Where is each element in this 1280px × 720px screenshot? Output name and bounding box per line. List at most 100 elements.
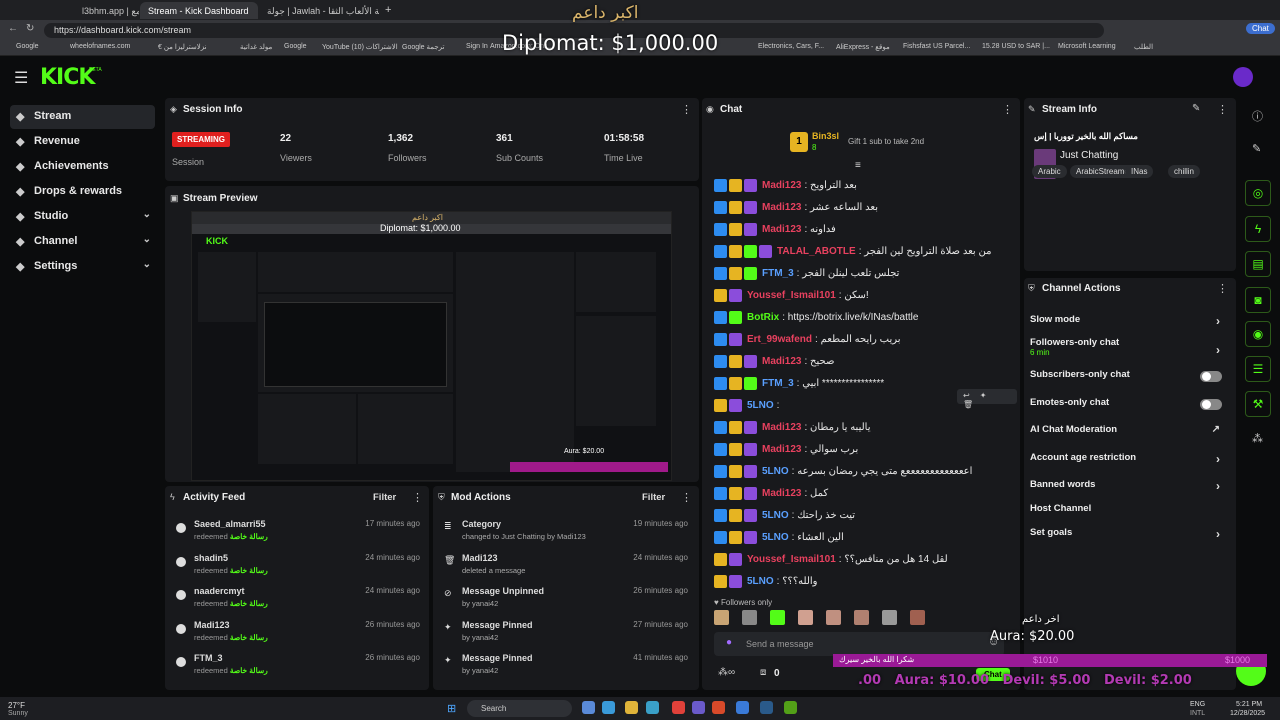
category-name[interactable]: Just Chatting: [1060, 150, 1118, 161]
new-tab-icon[interactable]: +: [385, 4, 391, 16]
activity-filter-button[interactable]: Filter: [373, 492, 396, 503]
channel-action-ai-chat-moderation[interactable]: AI Chat Moderation ↗: [1030, 424, 1230, 444]
chat-bubble-icon[interactable]: ◙: [1245, 287, 1271, 313]
mod-filter-button[interactable]: Filter: [642, 492, 665, 503]
channel-action-emotes-only-chat[interactable]: Emotes-only chat: [1030, 397, 1230, 417]
broadcast-icon[interactable]: ◉: [1245, 321, 1271, 347]
chat-username[interactable]: Madi123: [762, 180, 801, 191]
chat-username[interactable]: 5LNO: [762, 510, 789, 521]
points-icon[interactable]: ⁂∞: [718, 667, 735, 678]
browser-tab[interactable]: جولة | Jawlah - منصة الألعاب الثقا...: [259, 2, 379, 19]
chrome-icon[interactable]: [736, 701, 749, 714]
clock-time[interactable]: 5:21 PM: [1236, 701, 1262, 708]
bookmark-item[interactable]: wheelofnames.com: [70, 43, 130, 50]
chat-username[interactable]: FTM_3: [762, 268, 794, 279]
bookmark-item[interactable]: Sign In: [466, 43, 488, 50]
bookmark-item[interactable]: 15.28 USD to SAR |...: [982, 43, 1050, 50]
chat-input[interactable]: ● Send a message ☺: [714, 632, 1004, 656]
toggle-switch[interactable]: [1200, 371, 1222, 382]
taskbar-search[interactable]: Search: [467, 700, 572, 717]
chat-message[interactable]: Madi123: ياليبه يا رمطان: [714, 421, 1014, 439]
emote-row[interactable]: [714, 610, 1004, 630]
bookmark-item[interactable]: Google ترجمة: [402, 43, 444, 51]
chat-message[interactable]: 5LNO: اعععععععععععععع متى يجي رمضان بسرع…: [714, 465, 1014, 483]
bolt-icon[interactable]: ϟ: [1245, 216, 1271, 242]
chat-username[interactable]: 5LNO: [762, 466, 789, 477]
activity-row[interactable]: shadin5 redeemed رسالة خاصة 24 minutes ago: [174, 553, 424, 585]
lang-indicator[interactable]: ENG: [1190, 701, 1205, 708]
channel-action-subscribers-only-chat[interactable]: Subscribers-only chat: [1030, 369, 1230, 389]
chat-message[interactable]: 5LNO: تيت خذ راحتك: [714, 509, 1014, 527]
sidebar-item-revenue[interactable]: ◆ Revenue: [10, 130, 155, 154]
folder-icon[interactable]: [625, 701, 638, 714]
bookmark-item[interactable]: Electronics, Cars, F...: [758, 43, 824, 50]
kebab-icon[interactable]: ⋮: [1217, 282, 1228, 295]
brave-icon[interactable]: [672, 701, 685, 714]
bookmark-item[interactable]: Google: [16, 43, 39, 50]
chat-username[interactable]: Madi123: [762, 202, 801, 213]
chat-message[interactable]: 5LNO: الين العشاء: [714, 531, 1014, 549]
channel-action-account-age-restriction[interactable]: Account age restriction ›: [1030, 452, 1230, 472]
gift-icon[interactable]: ⧈: [760, 667, 766, 678]
sidebar-item-studio[interactable]: ◆ Studio ⌄: [10, 205, 155, 229]
bookmark-item[interactable]: YouTube (10) الاشتراكات: [322, 43, 398, 51]
chat-username[interactable]: Madi123: [762, 356, 801, 367]
discord-icon[interactable]: [692, 701, 705, 714]
obs-icon[interactable]: [712, 701, 725, 714]
back-icon[interactable]: ←: [8, 23, 18, 34]
chat-username[interactable]: Ert_99wafend: [747, 334, 812, 345]
chat-message[interactable]: Youssef_Ismail101: سكن!: [714, 289, 1014, 307]
mod-action-row[interactable]: ✦ Message Pinned by yanai42 27 minutes ago: [442, 620, 692, 652]
chat-username[interactable]: TALAL_ABOTLE: [777, 246, 856, 257]
kebab-icon[interactable]: ⋮: [1217, 103, 1228, 116]
bookmark-item[interactable]: AliExpress - موقع: [836, 43, 890, 51]
collapse-icon[interactable]: ≡: [855, 160, 861, 171]
document-icon[interactable]: ▤: [1245, 251, 1271, 277]
activity-row[interactable]: Madi123 redeemed رسالة خاصة 26 minutes ago: [174, 620, 424, 652]
menu-icon[interactable]: ☰: [14, 68, 28, 88]
bookmark-item[interactable]: € نزلاسترليزا من: [158, 43, 207, 51]
pencil-icon[interactable]: ✎: [1252, 142, 1261, 155]
weather-temp[interactable]: 27°F: [8, 701, 25, 710]
app-icon[interactable]: [784, 701, 797, 714]
chat-message[interactable]: 5LNO:: [714, 399, 1014, 417]
chat-username[interactable]: FTM_3: [762, 378, 794, 389]
bookmark-item[interactable]: الطلب: [1134, 43, 1153, 51]
chat-username[interactable]: BotRix: [747, 312, 779, 323]
channel-action-set-goals[interactable]: Set goals ›: [1030, 527, 1230, 547]
edge-icon[interactable]: [646, 701, 659, 714]
stream-tag[interactable]: chillin: [1168, 165, 1201, 178]
chat-message[interactable]: Youssef_Ismail101: لقل 14 هل من منافس؟؟: [714, 553, 1014, 571]
toggle-switch[interactable]: [1200, 399, 1222, 410]
chat-message[interactable]: FTM_3: ابيي ****************: [714, 377, 1014, 395]
activity-row[interactable]: naadercmyt redeemed رسالة خاصة 24 minutes …: [174, 586, 424, 618]
gifter-name[interactable]: Bin3sl: [812, 131, 839, 141]
channel-action-banned-words[interactable]: Banned words ›: [1030, 479, 1230, 499]
chat-message[interactable]: TALAL_ABOTLE: من بعد صلاة التراويح لين ا…: [714, 245, 1014, 263]
sidebar-item-settings[interactable]: ◆ Settings ⌄: [10, 255, 155, 279]
sidebar-item-drops-rewards[interactable]: ◆ Drops & rewards: [10, 180, 155, 204]
chat-username[interactable]: 5LNO: [747, 400, 774, 411]
bookmark-item[interactable]: Fishsfast US Parcel...: [903, 43, 970, 50]
sidebar-item-achievements[interactable]: ◆ Achievements: [10, 155, 155, 179]
chat-username[interactable]: Youssef_Ismail101: [747, 290, 836, 301]
chat-message[interactable]: 5LNO: والله؟؟؟: [714, 575, 1014, 593]
stream-preview-video[interactable]: KICK اكبر داعم Diplomat: $1,000.00 Aura:…: [191, 211, 672, 481]
browser-tab[interactable]: l3bhm.app | المجمع: [74, 2, 139, 19]
edit-icon[interactable]: ✎: [1192, 103, 1200, 114]
reload-icon[interactable]: ↻: [26, 23, 34, 34]
activity-user[interactable]: Saeed_almarri55: [194, 519, 266, 529]
activity-user[interactable]: Madi123: [194, 620, 230, 630]
bookmark-item[interactable]: Microsoft Learning: [1058, 43, 1116, 50]
mod-action-row[interactable]: ⊘ Message Unpinned by yanai42 26 minutes ag…: [442, 586, 692, 618]
kick-logo[interactable]: KICK: [40, 65, 95, 90]
activity-user[interactable]: FTM_3: [194, 653, 223, 663]
chat-message[interactable]: Madi123: كمل: [714, 487, 1014, 505]
chat-message[interactable]: Ert_99wafend: بريب رايحه المطعم: [714, 333, 1014, 351]
mod-action-row[interactable]: 🗑 Madi123 deleted a message 24 minutes ago: [442, 553, 692, 585]
mod-action-row[interactable]: ≣ Category changed to Just Chatting by Mad…: [442, 519, 692, 551]
activity-user[interactable]: naadercmyt: [194, 586, 245, 596]
bookmark-item[interactable]: مولد غداتية: [240, 43, 272, 51]
kebab-icon[interactable]: ⋮: [681, 103, 692, 116]
app-icon[interactable]: [602, 701, 615, 714]
